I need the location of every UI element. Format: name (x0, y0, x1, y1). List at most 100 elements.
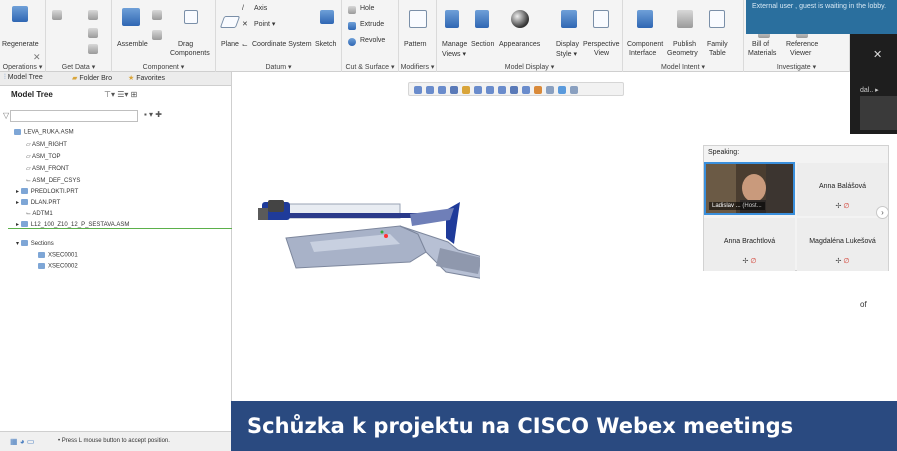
revolve-button[interactable]: Revolve (360, 37, 385, 44)
expand-icon[interactable]: ▸ (16, 200, 21, 206)
perspective-icon[interactable] (498, 86, 506, 94)
tab-favorites[interactable]: ★ Favorites (128, 74, 165, 82)
hole-button[interactable]: Hole (360, 5, 374, 12)
perspective-view-label-2[interactable]: View (594, 50, 609, 57)
perspective-view-label-1[interactable]: Perspective (583, 41, 620, 48)
display-style-label-1[interactable]: Display (556, 41, 579, 48)
group-label-component[interactable]: Component ▾ (112, 63, 215, 71)
next-page-button[interactable]: › (876, 206, 889, 219)
display-style-icon[interactable] (462, 86, 470, 94)
tree-add-icon[interactable]: ▪ ▾ ✚ (144, 110, 162, 119)
extrude-button[interactable]: Extrude (360, 21, 384, 28)
participant-tile-2[interactable]: Anna Brachtlová ✢ ∅ (704, 218, 795, 271)
drag-components-icon[interactable] (184, 10, 198, 24)
tree-item-dlan[interactable]: ▸ DLAN.PRT (16, 199, 60, 206)
repaint-icon[interactable] (450, 86, 458, 94)
tree-settings-icon[interactable]: ⊤▾ ☰▾ ⊞ (104, 90, 137, 99)
section-icon[interactable] (475, 10, 489, 28)
publish-geometry-icon[interactable] (677, 10, 693, 28)
bill-of-materials-label-1[interactable]: Bill of (752, 41, 769, 48)
3d-model-assembly[interactable] (250, 178, 480, 288)
tree-item-xsec0002[interactable]: XSEC0002 (38, 263, 78, 270)
appearances-icon[interactable] (511, 10, 529, 28)
family-table-label-1[interactable]: Family (707, 41, 728, 48)
regenerate-button[interactable]: Regenerate (2, 41, 39, 48)
group-label-operations[interactable]: Operations ▾ (0, 63, 45, 71)
lobby-notification[interactable]: External user , guest is waiting in the … (746, 0, 897, 34)
plane-button[interactable]: Plane (221, 41, 239, 48)
annotation-display-icon[interactable] (534, 86, 542, 94)
display-style-label-2[interactable]: Style ▾ (556, 50, 577, 58)
publish-geometry-label-1[interactable]: Publish (673, 41, 696, 48)
pattern-button[interactable]: Pattern (404, 41, 427, 48)
extrude-icon[interactable] (348, 22, 356, 30)
pattern-icon[interactable] (409, 10, 427, 28)
tree-item-sections[interactable]: ▾ Sections (16, 240, 54, 247)
group-label-model-display[interactable]: Model Display ▾ (437, 63, 622, 71)
close-icon[interactable]: ✕ (873, 48, 882, 61)
active-speaker-video[interactable]: Ladislav ... (Host... (704, 162, 795, 215)
tree-item-root[interactable]: LEVA_RUKA.ASM (14, 129, 74, 136)
manage-views-icon[interactable] (445, 10, 459, 28)
tab-model-tree[interactable]: ⫶ Model Tree (4, 74, 43, 82)
reference-viewer-label-1[interactable]: Reference (786, 41, 818, 48)
tree-item-asm-front[interactable]: ▱ ASM_FRONT (26, 165, 69, 172)
sketch-button[interactable]: Sketch (315, 41, 336, 48)
expand-icon[interactable]: ▸ (16, 189, 21, 195)
tree-item-asm-top[interactable]: ▱ ASM_TOP (26, 153, 61, 160)
drag-components-label-1[interactable]: Drag (178, 41, 193, 48)
collapse-icon[interactable]: ▾ (16, 241, 21, 247)
appearances-button[interactable]: Appearances (499, 41, 540, 48)
tab-folder-browser[interactable]: ▰ Folder Bro (72, 74, 112, 82)
group-label-investigate[interactable]: Investigate ▾ (744, 63, 849, 71)
delete-icon[interactable]: ✕ (33, 52, 41, 63)
sketch-icon[interactable] (320, 10, 334, 24)
section-button[interactable]: Section (471, 41, 494, 48)
saved-orientations-icon[interactable] (474, 86, 482, 94)
axis-button[interactable]: Axis (254, 5, 267, 12)
group-label-get-data[interactable]: Get Data ▾ (46, 63, 111, 71)
component-interface-label-2[interactable]: Interface (629, 50, 656, 57)
coordinate-system-button[interactable]: Coordinate System (252, 41, 312, 48)
manage-views-label-2[interactable]: Views ▾ (442, 50, 466, 58)
user-defined-feature-icon[interactable] (52, 10, 62, 20)
participant-tile-3[interactable]: Magdaléna Lukešová ✢ ∅ (797, 218, 888, 271)
revolve-icon[interactable] (348, 38, 356, 46)
spin-center-icon[interactable] (546, 86, 554, 94)
bill-of-materials-label-2[interactable]: Materials (748, 50, 776, 57)
regenerate-icon[interactable] (12, 6, 28, 22)
orient-icon[interactable] (558, 86, 566, 94)
group-label-datum[interactable]: Datum ▾ (216, 63, 341, 71)
tree-item-xsec0001[interactable]: XSEC0001 (38, 252, 78, 259)
repeat-icon[interactable] (152, 30, 162, 40)
assemble-icon[interactable] (122, 8, 140, 26)
participant-tile-1[interactable]: Anna Balášová ✢ ∅ (797, 163, 888, 216)
axis-icon[interactable]: / (242, 5, 244, 12)
reference-viewer-label-2[interactable]: Viewer (790, 50, 811, 57)
plane-icon[interactable] (219, 16, 241, 28)
manage-views-label-1[interactable]: Manage (442, 41, 467, 48)
tree-item-adtm1[interactable]: ⌙ ADTM1 (26, 210, 53, 217)
group-label-modifiers[interactable]: Modifiers ▾ (399, 63, 436, 71)
create-component-icon[interactable] (152, 10, 162, 20)
view-manager-icon[interactable] (486, 86, 494, 94)
refit-icon[interactable] (414, 86, 422, 94)
perspective-view-icon[interactable] (593, 10, 609, 28)
tree-item-predlokti[interactable]: ▸ PREDLOKTI.PRT (16, 188, 78, 195)
assemble-button[interactable]: Assemble (117, 41, 148, 48)
copy-geometry-icon[interactable] (88, 10, 98, 20)
group-label-model-intent[interactable]: Model Intent ▾ (623, 63, 743, 71)
publish-geometry-label-2[interactable]: Geometry (667, 50, 698, 57)
tree-filter-input[interactable] (10, 110, 138, 122)
hole-icon[interactable] (348, 6, 356, 14)
tree-item-sestava[interactable]: ▸ L12_100_Z10_12_P_SESTAVA.ASM (16, 221, 129, 228)
point-icon[interactable]: ✕ (242, 20, 248, 28)
group-label-cut-surface[interactable]: Cut & Surface ▾ (342, 63, 398, 71)
pause-animation-icon[interactable] (570, 86, 578, 94)
filter-icon[interactable]: ▽ (3, 111, 9, 120)
component-interface-label-1[interactable]: Component (627, 41, 663, 48)
tree-item-asm-right[interactable]: ▱ ASM_RIGHT (26, 141, 67, 148)
datum-display-icon[interactable] (522, 86, 530, 94)
coordinate-system-icon[interactable]: ⌙ (242, 41, 248, 49)
family-table-icon[interactable] (709, 10, 725, 28)
